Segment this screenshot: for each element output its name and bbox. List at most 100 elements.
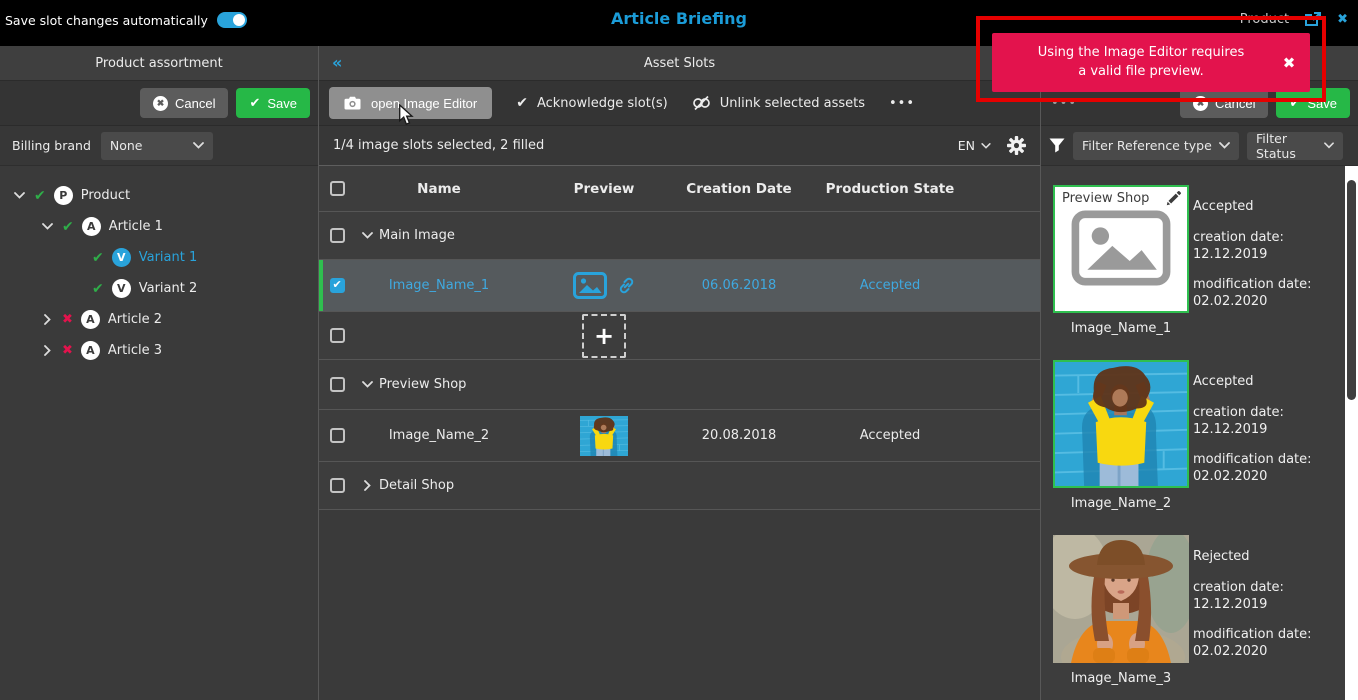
tree-item-product[interactable]: ✔ P Product (0, 180, 318, 211)
row-checkbox[interactable] (330, 228, 345, 243)
language-select[interactable]: EN (958, 138, 991, 153)
cancel-button[interactable]: ✖ Cancel (1180, 88, 1268, 118)
image-preview-icon[interactable] (573, 272, 607, 299)
asset-card-image-name-1[interactable]: Preview Shop Image_Name_1 Accepted (1053, 185, 1358, 336)
column-header-production-state[interactable]: Production State (809, 181, 971, 197)
row-checkbox[interactable] (330, 377, 345, 392)
asset-card-photo[interactable] (1053, 360, 1189, 488)
filter-funnel-icon (1049, 138, 1065, 153)
row-checkbox[interactable] (330, 428, 345, 443)
asset-name[interactable]: Image_Name_1 (379, 278, 499, 293)
table-row-group-main-image[interactable]: Main Image (319, 212, 1040, 260)
save-button[interactable]: ✔ Save (236, 88, 310, 118)
table-row-image-name-1[interactable]: Image_Name_1 06.06.2018 Accepted (319, 260, 1040, 312)
chevron-down-icon (1219, 142, 1230, 149)
link-icon[interactable] (617, 276, 636, 295)
filter-status-label: Filter Status (1256, 131, 1324, 161)
unlink-assets-button[interactable]: Unlink selected assets (692, 95, 865, 111)
creation-date-label: creation date: (1193, 404, 1312, 422)
column-header-name[interactable]: Name (379, 181, 499, 197)
creation-date-value: 12.12.2019 (1193, 246, 1312, 264)
billing-brand-select[interactable]: None (101, 132, 213, 160)
tree-item-variant-2[interactable]: ✔ V Variant 2 (0, 273, 318, 304)
cancel-label: Cancel (1215, 96, 1255, 111)
photo-woman-hat (1053, 535, 1189, 663)
acknowledge-label: Acknowledge slot(s) (537, 96, 668, 111)
slots-status-text: 1/4 image slots selected, 2 filled (333, 138, 544, 153)
card-slot-label: Preview Shop (1062, 191, 1149, 206)
filter-status-select[interactable]: Filter Status (1247, 132, 1343, 160)
save-label: Save (1307, 96, 1337, 111)
save-button[interactable]: ✔ Save (1276, 88, 1350, 118)
cancel-label: Cancel (175, 96, 215, 111)
article-type-icon: A (81, 341, 100, 360)
more-actions-button[interactable]: ••• (889, 96, 915, 111)
card-status: Accepted (1193, 198, 1312, 216)
valid-check-icon: ✔ (92, 250, 104, 266)
tree-item-label: Variant 2 (139, 281, 198, 296)
filter-reference-type-select[interactable]: Filter Reference type (1073, 132, 1239, 160)
chevron-down-icon[interactable] (40, 223, 54, 230)
table-row-empty-slot[interactable]: + (319, 312, 1040, 360)
tree-item-article-3[interactable]: ✖ A Article 3 (0, 335, 318, 366)
chevron-down-icon[interactable] (355, 232, 379, 239)
cancel-button[interactable]: ✖ Cancel (140, 88, 228, 118)
photo-woman-yellow-shirt (1055, 362, 1187, 486)
scrollbar-thumb[interactable] (1347, 180, 1356, 400)
open-in-new-icon[interactable] (1304, 11, 1322, 27)
acknowledge-slots-button[interactable]: ✔ Acknowledge slot(s) (516, 95, 668, 111)
tree-item-label: Product (81, 188, 130, 203)
table-row-group-detail-shop[interactable]: Detail Shop (319, 462, 1040, 510)
save-label: Save (267, 96, 297, 111)
toast-close-icon[interactable]: ✖ (1268, 54, 1310, 72)
tree-item-article-1[interactable]: ✔ A Article 1 (0, 211, 318, 242)
collapse-panel-icon[interactable]: « (332, 53, 342, 72)
gear-icon[interactable] (1007, 136, 1026, 155)
modification-date-label: modification date: (1193, 626, 1312, 644)
row-checkbox-checked[interactable] (330, 278, 345, 293)
image-placeholder-icon (1055, 210, 1187, 286)
toast-message-line2: a valid file preview. (1014, 63, 1268, 82)
valid-check-icon: ✔ (62, 219, 74, 235)
row-checkbox[interactable] (330, 478, 345, 493)
product-type-icon: P (54, 186, 73, 205)
tree-item-article-2[interactable]: ✖ A Article 2 (0, 304, 318, 335)
chevron-right-icon[interactable] (40, 345, 54, 356)
asset-name[interactable]: Image_Name_2 (379, 428, 499, 443)
invalid-x-icon: ✖ (62, 343, 73, 358)
vertical-scrollbar[interactable] (1345, 166, 1358, 700)
add-asset-button[interactable]: + (582, 314, 626, 358)
table-row-group-preview-shop[interactable]: Preview Shop (319, 360, 1040, 410)
column-header-creation-date[interactable]: Creation Date (669, 181, 809, 197)
asset-slots-panel: « Asset Slots open Image Editor ✔ Acknow… (318, 46, 1040, 700)
valid-check-icon: ✔ (92, 281, 104, 297)
variant-type-icon: V (112, 279, 131, 298)
edit-pencil-icon[interactable] (1166, 191, 1181, 206)
chevron-down-icon (1324, 142, 1334, 149)
asset-card-image-name-2[interactable]: Image_Name_2 Accepted creation date: 12.… (1053, 360, 1358, 511)
asset-thumbnail-image[interactable] (580, 416, 628, 456)
modification-date-label: modification date: (1193, 451, 1312, 469)
close-icon[interactable]: ✖ (1337, 12, 1348, 27)
more-actions-button[interactable]: ••• (1051, 96, 1077, 111)
tree-item-variant-1[interactable]: ✔ V Variant 1 (0, 242, 318, 273)
chevron-down-icon[interactable] (12, 192, 26, 199)
table-row-image-name-2[interactable]: Image_Name_2 20.08.2018 Accepted (319, 410, 1040, 462)
asset-card-preview[interactable]: Preview Shop (1053, 185, 1189, 313)
asset-card-photo[interactable] (1053, 535, 1189, 663)
chevron-down-icon[interactable] (355, 381, 379, 388)
chevron-right-icon[interactable] (40, 314, 54, 325)
billing-brand-value: None (110, 138, 143, 153)
select-all-checkbox[interactable] (330, 181, 345, 196)
open-image-editor-button[interactable]: open Image Editor (329, 87, 492, 119)
modification-date-label: modification date: (1193, 276, 1312, 294)
creation-date-value: 12.12.2019 (1193, 421, 1312, 439)
check-icon: ✔ (249, 95, 260, 111)
asset-card-list: Preview Shop Image_Name_1 Accepted (1041, 166, 1358, 700)
row-checkbox[interactable] (330, 328, 345, 343)
page-title: Article Briefing (0, 9, 1358, 28)
chevron-right-icon[interactable] (355, 480, 379, 491)
column-header-preview[interactable]: Preview (539, 181, 669, 197)
asset-card-image-name-3[interactable]: Image_Name_3 Rejected creation date: 12.… (1053, 535, 1358, 686)
tree-item-label: Variant 1 (139, 250, 198, 265)
